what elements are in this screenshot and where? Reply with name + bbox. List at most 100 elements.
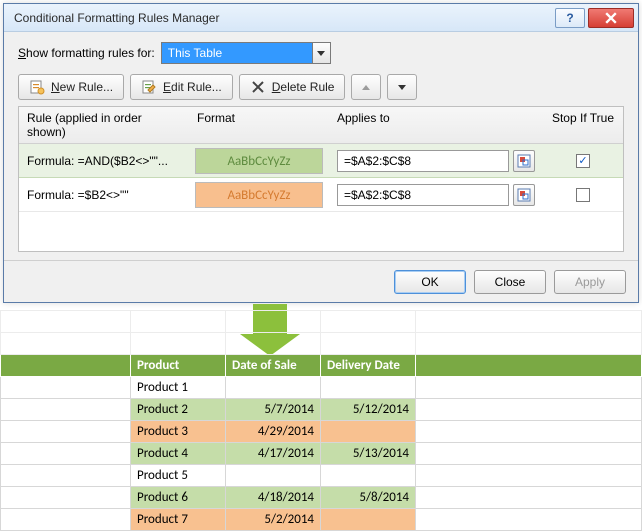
cell[interactable] — [321, 421, 416, 443]
delete-rule-button[interactable]: Delete Rule — [239, 74, 346, 100]
cell[interactable]: 4/17/2014 — [226, 443, 321, 465]
cell[interactable]: 5/13/2014 — [321, 443, 416, 465]
cell[interactable] — [321, 465, 416, 487]
cell[interactable]: 5/7/2014 — [226, 399, 321, 421]
cell[interactable]: 5/8/2014 — [321, 487, 416, 509]
cell[interactable] — [416, 355, 642, 377]
applies-to-input[interactable] — [337, 184, 509, 206]
col-stop: Stop If True — [543, 107, 623, 143]
cell[interactable]: Product 3 — [131, 421, 226, 443]
rules-table: Rule (applied in order shown) Format App… — [18, 106, 624, 252]
cell[interactable] — [416, 509, 642, 531]
dialog-footer: OK Close Apply — [4, 260, 638, 302]
cell[interactable] — [416, 487, 642, 509]
move-down-button[interactable] — [387, 74, 417, 100]
cf-rules-manager-dialog: Conditional Formatting Rules Manager Sho… — [3, 3, 639, 303]
close-icon — [605, 12, 617, 24]
cell[interactable] — [226, 333, 321, 355]
cell[interactable] — [1, 377, 131, 399]
cell[interactable] — [416, 333, 642, 355]
cell[interactable]: Product 1 — [131, 377, 226, 399]
rule-formula: Formula: =$B2<>"" — [19, 188, 189, 202]
chevron-down-icon — [317, 51, 325, 56]
cell[interactable]: 4/29/2014 — [226, 421, 321, 443]
cell[interactable]: 5/2/2014 — [226, 509, 321, 531]
stop-if-true-checkbox[interactable] — [576, 154, 590, 168]
rules-toolbar: New Rule... Edit Rule... Delete Rule — [18, 74, 624, 100]
rule-formula: Formula: =AND($B2<>""... — [19, 154, 189, 168]
cell[interactable]: Product 4 — [131, 443, 226, 465]
cell[interactable] — [131, 333, 226, 355]
col-applies: Applies to — [329, 107, 543, 143]
cell[interactable]: Product 5 — [131, 465, 226, 487]
cell[interactable] — [321, 311, 416, 333]
column-header[interactable]: Product — [131, 355, 226, 377]
rule-format-preview: AaBbCcYyZz — [195, 182, 323, 208]
scope-row: Show formatting rules for: This Table — [18, 42, 624, 64]
cell[interactable] — [1, 311, 131, 333]
cell[interactable] — [321, 333, 416, 355]
range-picker-button[interactable] — [513, 150, 535, 172]
new-rule-icon — [29, 79, 45, 95]
close-window-button[interactable] — [588, 8, 634, 28]
arrow-up-icon — [362, 85, 370, 90]
cell[interactable] — [226, 377, 321, 399]
cell[interactable] — [416, 465, 642, 487]
scope-label: Show formatting rules for: — [18, 46, 155, 60]
cell[interactable] — [226, 465, 321, 487]
delete-rule-icon — [250, 79, 266, 95]
edit-rule-button[interactable]: Edit Rule... — [130, 74, 233, 100]
range-picker-icon — [517, 188, 531, 202]
column-header[interactable]: Date of Sale — [226, 355, 321, 377]
worksheet-preview: ProductDate of SaleDelivery Date Product … — [0, 310, 642, 531]
rule-row[interactable]: Formula: =$B2<>"" AaBbCcYyZz — [19, 178, 623, 212]
cell[interactable] — [226, 311, 321, 333]
cell[interactable] — [416, 443, 642, 465]
cell[interactable] — [321, 377, 416, 399]
cell[interactable] — [1, 333, 131, 355]
move-up-button[interactable] — [351, 74, 381, 100]
edit-rule-icon — [141, 79, 157, 95]
cell[interactable] — [1, 465, 131, 487]
stop-if-true-checkbox[interactable] — [576, 188, 590, 202]
scope-combobox[interactable]: This Table — [161, 42, 331, 64]
cell[interactable]: 5/12/2014 — [321, 399, 416, 421]
rule-applies — [329, 150, 543, 172]
cell[interactable] — [321, 509, 416, 531]
arrow-down-icon — [398, 85, 406, 90]
rule-format-preview: AaBbCcYyZz — [195, 148, 323, 174]
cell[interactable] — [416, 311, 642, 333]
column-header[interactable]: Delivery Date — [321, 355, 416, 377]
dialog-title: Conditional Formatting Rules Manager — [14, 11, 552, 25]
applies-to-input[interactable] — [337, 150, 509, 172]
rule-applies — [329, 184, 543, 206]
cell[interactable]: Product 6 — [131, 487, 226, 509]
scope-dropdown-button[interactable] — [312, 43, 330, 63]
cell[interactable] — [1, 421, 131, 443]
close-button[interactable]: Close — [474, 270, 546, 294]
cell[interactable] — [1, 487, 131, 509]
cell[interactable] — [1, 355, 131, 377]
range-picker-icon — [517, 154, 531, 168]
stop-if-true-cell — [543, 188, 623, 202]
cell[interactable] — [416, 377, 642, 399]
cell[interactable] — [416, 399, 642, 421]
cell[interactable]: 4/18/2014 — [226, 487, 321, 509]
ok-button[interactable]: OK — [394, 270, 466, 294]
col-format: Format — [189, 107, 329, 143]
cell[interactable]: Product 2 — [131, 399, 226, 421]
range-picker-button[interactable] — [513, 184, 535, 206]
cell[interactable] — [1, 443, 131, 465]
col-rule: Rule (applied in order shown) — [19, 107, 189, 143]
new-rule-button[interactable]: New Rule... — [18, 74, 124, 100]
cell[interactable]: Product 7 — [131, 509, 226, 531]
help-button[interactable] — [555, 8, 585, 28]
titlebar: Conditional Formatting Rules Manager — [4, 4, 638, 32]
cell[interactable] — [1, 399, 131, 421]
cell[interactable] — [416, 421, 642, 443]
stop-if-true-cell — [543, 154, 623, 168]
cell[interactable] — [131, 311, 226, 333]
cell[interactable] — [1, 509, 131, 531]
rule-row[interactable]: Formula: =AND($B2<>""... AaBbCcYyZz — [19, 144, 623, 178]
apply-button[interactable]: Apply — [554, 270, 626, 294]
